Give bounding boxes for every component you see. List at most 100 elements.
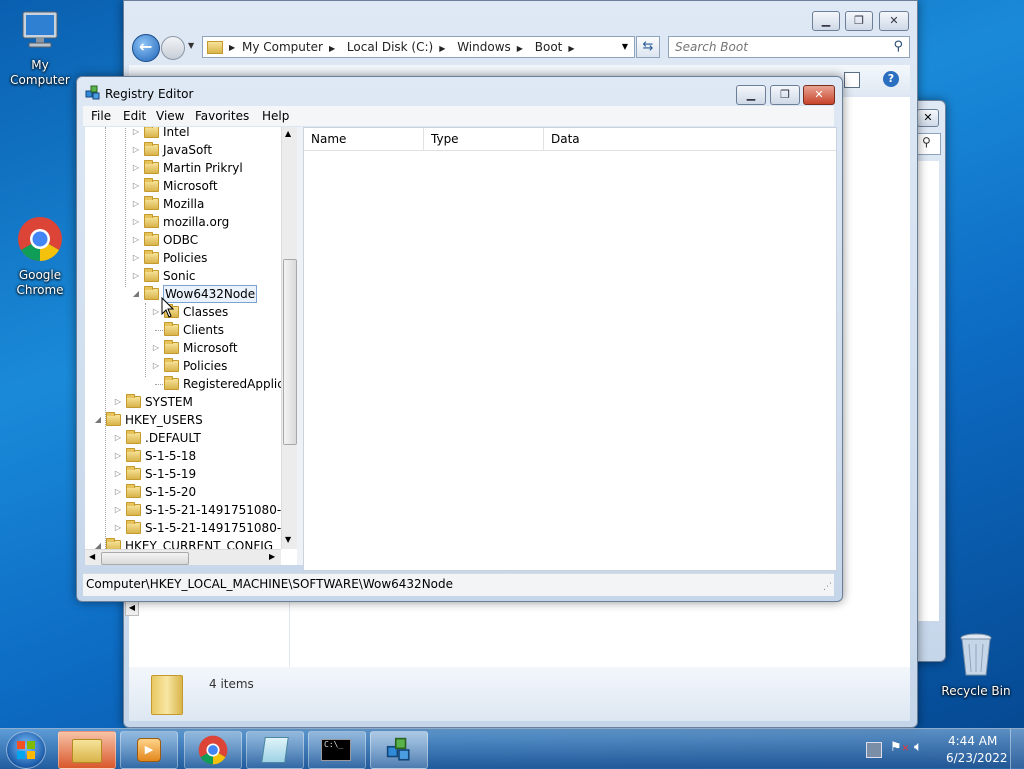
tree-node[interactable]: ▷ Martin Prikryl bbox=[85, 159, 281, 177]
expand-arrow-icon[interactable]: ▷ bbox=[151, 357, 161, 375]
tree-node[interactable]: ▷ JavaSoft bbox=[85, 141, 281, 159]
column-header-type[interactable]: Type bbox=[424, 128, 544, 150]
tree-vertical-scrollbar[interactable]: ▲ ▼ bbox=[281, 127, 297, 549]
tree-node[interactable]: ▷ mozilla.org bbox=[85, 213, 281, 231]
expand-arrow-icon[interactable]: ▷ bbox=[131, 267, 141, 285]
expand-arrow-icon[interactable]: ▷ bbox=[131, 213, 141, 231]
breadcrumb-separator-icon[interactable]: ▶ bbox=[517, 44, 523, 53]
expand-arrow-icon[interactable]: ▷ bbox=[113, 465, 123, 483]
regedit-close-button[interactable]: ✕ bbox=[803, 85, 835, 105]
tree-node[interactable]: ▷ Microsoft bbox=[85, 339, 281, 357]
preview-pane-icon[interactable] bbox=[844, 72, 860, 88]
expand-arrow-icon[interactable]: ▷ bbox=[131, 141, 141, 159]
tree-node[interactable]: Clients bbox=[85, 321, 281, 339]
clock-date[interactable]: 6/23/2022 bbox=[946, 751, 1008, 765]
expand-arrow-icon[interactable]: ▷ bbox=[131, 231, 141, 249]
back-button[interactable]: ← bbox=[132, 34, 160, 62]
breadcrumb-item[interactable]: Windows bbox=[457, 37, 511, 57]
help-icon[interactable]: ? bbox=[883, 71, 899, 87]
scroll-down-arrow-icon[interactable]: ▼ bbox=[285, 535, 291, 544]
background-search-box[interactable]: ⚲ bbox=[915, 133, 941, 155]
taskbar-chrome-button[interactable] bbox=[184, 731, 242, 769]
registry-tree-pane[interactable]: ▷ Intel ▷ JavaSoft ▷ Martin Prikryl ▷ Microsoft… bbox=[85, 127, 297, 565]
tree-node[interactable]: ▷ S-1-5-21-1491751080-23 bbox=[85, 501, 296, 519]
tree-node[interactable]: ▷ Sonic bbox=[85, 267, 281, 285]
taskbar-cmd-button[interactable]: C:\_ bbox=[308, 731, 366, 769]
menu-favorites[interactable]: Favorites bbox=[195, 109, 249, 123]
breadcrumb-item[interactable]: Boot bbox=[535, 37, 563, 57]
action-center-icon[interactable]: ⚑✕ bbox=[890, 740, 909, 755]
resize-grip-icon[interactable]: ⋰ bbox=[823, 582, 832, 592]
volume-icon[interactable]: 🔈︎ bbox=[914, 739, 922, 755]
expand-arrow-icon[interactable]: ▷ bbox=[113, 393, 123, 411]
scroll-up-arrow-icon[interactable]: ▲ bbox=[285, 129, 291, 138]
scroll-thumb[interactable] bbox=[101, 552, 189, 565]
expand-arrow-icon[interactable]: ▷ bbox=[151, 339, 161, 357]
tree-horizontal-scrollbar[interactable]: ◀ ▶ bbox=[85, 549, 281, 565]
menu-view[interactable]: View bbox=[156, 109, 184, 123]
desktop-icon-recycle-bin[interactable]: Recycle Bin bbox=[936, 632, 1016, 699]
scroll-thumb[interactable] bbox=[283, 259, 297, 445]
address-bar[interactable]: ▶ My Computer ▶ Local Disk (C:) ▶ Windows ▶… bbox=[202, 36, 635, 58]
collapse-arrow-icon[interactable]: ◢ bbox=[93, 411, 103, 429]
start-button[interactable] bbox=[6, 731, 46, 769]
expand-arrow-icon[interactable]: ▷ bbox=[113, 519, 123, 537]
expand-arrow-icon[interactable]: ▷ bbox=[151, 303, 161, 321]
tree-node[interactable]: ◢ HKEY_USERS bbox=[85, 411, 281, 429]
registry-editor-window[interactable]: Registry Editor ▁ ❐ ✕ File Edit View Fav… bbox=[76, 76, 843, 602]
tree-node[interactable]: ▷ Mozilla bbox=[85, 195, 281, 213]
expand-arrow-icon[interactable]: ▷ bbox=[131, 159, 141, 177]
scroll-right-arrow-icon[interactable]: ▶ bbox=[269, 552, 275, 561]
column-header-name[interactable]: Name bbox=[304, 128, 424, 150]
tree-node[interactable]: ▷ SYSTEM bbox=[85, 393, 281, 411]
clock-time[interactable]: 4:44 AM bbox=[948, 734, 997, 748]
collapse-arrow-icon[interactable]: ◢ bbox=[131, 285, 141, 303]
desktop-icon-google-chrome[interactable]: Google Chrome bbox=[0, 216, 80, 298]
tree-node[interactable]: ▷ S-1-5-18 bbox=[85, 447, 281, 465]
tree-node[interactable]: ▷ .DEFAULT bbox=[85, 429, 281, 447]
tree-node[interactable]: ▷ S-1-5-21-1491751080-23 bbox=[85, 519, 296, 537]
expand-arrow-icon[interactable]: ▷ bbox=[113, 447, 123, 465]
refresh-button[interactable]: ⇆ bbox=[636, 36, 660, 58]
taskbar-media-player-button[interactable]: ▶ bbox=[120, 731, 178, 769]
tree-node[interactable]: ◢ Wow6432Node bbox=[85, 285, 281, 303]
tree-node[interactable]: ▷ S-1-5-20 bbox=[85, 483, 281, 501]
tree-node[interactable]: ▷ ODBC bbox=[85, 231, 281, 249]
menu-edit[interactable]: Edit bbox=[123, 109, 146, 123]
search-icon[interactable]: ⚲ bbox=[893, 39, 903, 54]
desktop-icon-my-computer[interactable]: My Computer bbox=[0, 8, 80, 88]
taskbar-regedit-button[interactable] bbox=[370, 731, 428, 769]
breadcrumb-separator-icon[interactable]: ▶ bbox=[439, 44, 445, 53]
network-icon[interactable] bbox=[866, 742, 882, 758]
expand-arrow-icon[interactable]: ▷ bbox=[113, 501, 123, 519]
tree-node[interactable]: ▷ Policies bbox=[85, 357, 281, 375]
tree-node[interactable]: RegisteredApplica bbox=[85, 375, 291, 393]
expand-arrow-icon[interactable]: ▷ bbox=[131, 127, 141, 141]
search-box[interactable]: ⚲ bbox=[668, 36, 910, 58]
tree-node[interactable]: ▷ Microsoft bbox=[85, 177, 281, 195]
expand-arrow-icon[interactable]: ▷ bbox=[131, 249, 141, 267]
column-header-data[interactable]: Data bbox=[544, 128, 836, 150]
regedit-minimize-button[interactable]: ▁ bbox=[736, 85, 766, 105]
collapse-arrow-icon[interactable]: ◀ bbox=[125, 600, 139, 616]
breadcrumb-item[interactable]: My Computer bbox=[242, 37, 323, 57]
expand-arrow-icon[interactable]: ▷ bbox=[131, 195, 141, 213]
expand-arrow-icon[interactable]: ▷ bbox=[131, 177, 141, 195]
breadcrumb-separator-icon[interactable]: ▶ bbox=[568, 44, 574, 53]
tree-node[interactable]: ▷ Intel bbox=[85, 127, 281, 141]
breadcrumb-separator-icon[interactable]: ▶ bbox=[329, 44, 335, 53]
show-desktop-button[interactable] bbox=[1010, 729, 1024, 769]
tree-node[interactable]: ▷ S-1-5-19 bbox=[85, 465, 281, 483]
taskbar-explorer-button[interactable] bbox=[58, 731, 116, 769]
background-window-close-button[interactable]: ✕ bbox=[917, 109, 939, 127]
taskbar-notepad-button[interactable] bbox=[246, 731, 304, 769]
scroll-left-arrow-icon[interactable]: ◀ bbox=[89, 552, 95, 561]
breadcrumb-item[interactable]: Local Disk (C:) bbox=[347, 37, 433, 57]
explorer-maximize-button[interactable]: ❐ bbox=[845, 11, 873, 31]
explorer-minimize-button[interactable]: ▁ bbox=[812, 11, 840, 31]
forward-button[interactable] bbox=[161, 36, 185, 60]
expand-arrow-icon[interactable]: ▷ bbox=[113, 429, 123, 447]
explorer-close-button[interactable]: ✕ bbox=[879, 11, 909, 31]
regedit-maximize-button[interactable]: ❐ bbox=[770, 85, 800, 105]
address-dropdown-icon[interactable]: ▼ bbox=[622, 42, 628, 51]
